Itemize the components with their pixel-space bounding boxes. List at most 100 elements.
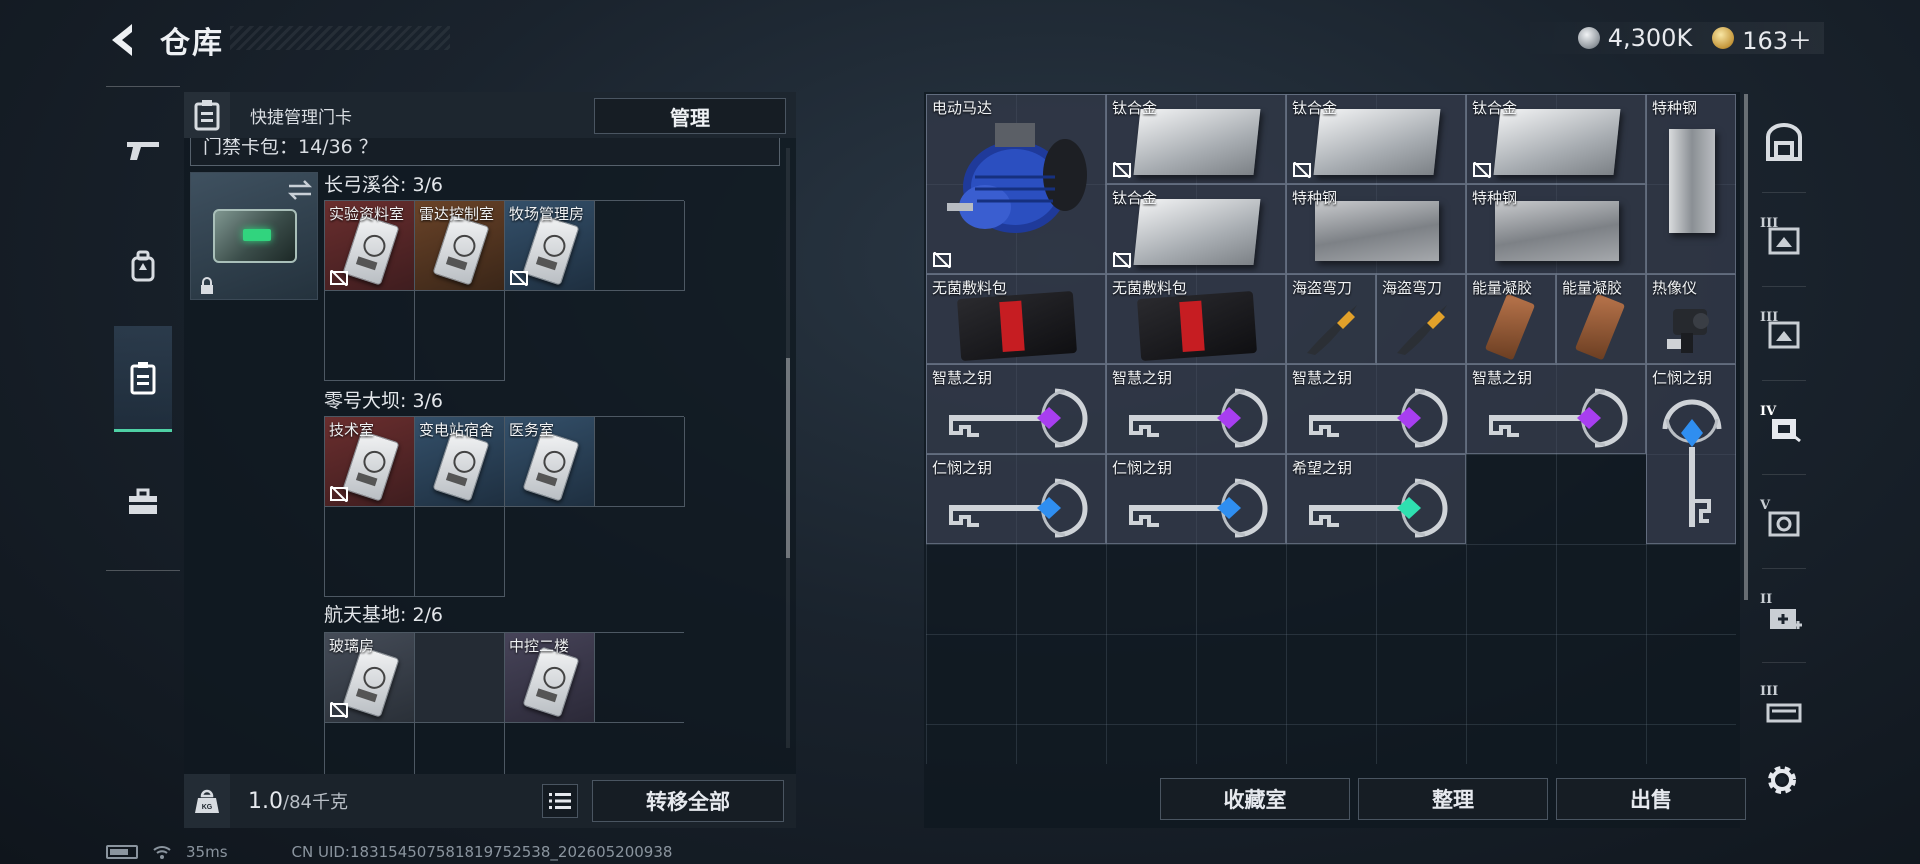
tab-crate-3c[interactable]: III [1756,674,1812,744]
no-trade-icon [330,702,348,718]
nav-toolbox[interactable] [114,470,172,534]
nav-keycards[interactable] [114,326,172,432]
item-mercy-key[interactable]: 仁悯之钥 [1646,364,1736,544]
empty-slot[interactable] [415,633,505,723]
manage-button[interactable]: 管理 [594,98,786,134]
empty-slot[interactable] [595,201,685,291]
item-energy-gel[interactable]: 能量凝胶 [1466,274,1556,364]
item-titanium-alloy[interactable]: 钛合金 [1106,94,1286,184]
item-titanium-alloy[interactable]: 钛合金 [1286,94,1466,184]
tab-crate-5[interactable]: V [1756,488,1812,558]
sell-button[interactable]: 出售 [1556,778,1746,820]
empty-slot[interactable] [325,723,415,774]
ping-value: 35ms [186,843,228,861]
ornate-key-image [1489,388,1628,448]
nav-equipment[interactable] [114,234,172,298]
item-thermal-imager[interactable]: 热像仪 [1646,274,1736,364]
nav-weapons[interactable] [114,118,172,182]
keycard-image [342,646,400,718]
stash-scrollbar[interactable] [1744,94,1748,600]
keycard-slot[interactable]: 技术室 [325,417,415,507]
item-pirate-knife[interactable]: 海盗弯刀 [1286,274,1376,364]
item-wisdom-key[interactable]: 智慧之钥 [926,364,1106,454]
keycard-slot[interactable]: 实验资料室 [325,201,415,291]
toolbox-icon [129,488,157,514]
item-mercy-key[interactable]: 仁悯之钥 [1106,454,1286,544]
no-trade-icon [933,252,951,268]
left-scrollbar[interactable] [786,148,790,748]
tab-crate-3a[interactable]: III [1756,206,1812,276]
keycard-image [522,214,580,286]
gold-coin-icon [1712,27,1735,49]
tab-crate-4[interactable]: IV [1756,394,1812,464]
backpack-icon [131,250,155,282]
keycard-slot[interactable]: 中控二楼 [505,633,595,723]
back-button[interactable] [104,20,144,60]
tab-crate-2[interactable]: II [1756,582,1812,652]
ornate-key-image [1129,388,1268,448]
gel-pack-image [1574,293,1626,361]
card-pack-count: 门禁卡包：14/36 ？ [203,138,378,158]
empty-slot[interactable] [325,291,415,381]
gear-icon [1768,766,1796,794]
item-special-steel[interactable]: 特种钢 [1286,184,1466,274]
no-trade-icon [1113,162,1131,178]
keycard-slot[interactable]: 变电站宿舍 [415,417,505,507]
gold-amount[interactable]: 163＋ [1742,21,1812,56]
zone-title: 航天基地: 2/6 [324,604,444,626]
no-trade-icon [330,486,348,502]
empty-slot[interactable] [415,723,505,774]
tab-crate-3b[interactable]: III [1756,300,1812,370]
list-view-button[interactable] [542,784,578,818]
item-titanium-alloy[interactable]: 钛合金 [1106,184,1286,274]
empty-slot[interactable] [325,507,415,597]
item-mercy-key[interactable]: 仁悯之钥 [926,454,1106,544]
item-pirate-knife[interactable]: 海盗弯刀 [1376,274,1466,364]
keycard-image [432,214,490,286]
item-wisdom-key[interactable]: 智慧之钥 [1466,364,1646,454]
item-energy-gel[interactable]: 能量凝胶 [1556,274,1646,364]
no-trade-icon [330,270,348,286]
empty-slot[interactable] [595,417,685,507]
swap-icon[interactable] [287,179,313,201]
item-wisdom-key[interactable]: 智慧之钥 [1106,364,1286,454]
list-icon [549,793,571,809]
item-wisdom-key[interactable]: 智慧之钥 [1286,364,1466,454]
collection-room-button[interactable]: 收藏室 [1160,778,1350,820]
item-sterile-bandage[interactable]: 无菌敷料包 [926,274,1106,364]
empty-slot[interactable] [415,291,505,381]
ornate-key-vertical-image [1662,399,1722,527]
sort-button[interactable]: 整理 [1358,778,1548,820]
transfer-all-button[interactable]: 转移全部 [592,780,784,822]
item-hope-key[interactable]: 希望之钥 [1286,454,1466,544]
item-sterile-bandage[interactable]: 无菌敷料包 [1106,274,1286,364]
keycard-icon [184,92,230,138]
settings-button[interactable] [1762,760,1802,800]
item-titanium-alloy[interactable]: 钛合金 [1466,94,1646,184]
tab-safe-box[interactable] [1756,108,1812,178]
keycard-slot[interactable]: 医务室 [505,417,595,507]
keycard-image [432,430,490,502]
weight-current: 1.0 [248,789,283,814]
empty-slot[interactable] [595,633,684,723]
bandage-pack-image [956,291,1078,361]
empty-slot[interactable] [415,507,505,597]
keycard-holder-slot[interactable] [190,172,318,300]
keycard-slot[interactable]: 雷达控制室 [415,201,505,291]
ornate-key-image [1309,478,1448,538]
keycard-image [342,214,400,286]
no-trade-icon [1113,252,1131,268]
item-special-steel[interactable]: 特种钢 [1646,94,1736,274]
electric-motor-image [947,123,1087,233]
item-electric-motor[interactable]: 电动马达 [926,94,1106,274]
no-trade-icon [1473,162,1491,178]
zone-keycard-grid: 实验资料室 雷达控制室 牧场管理房 [324,200,685,381]
keycard-slot[interactable]: 玻璃房 [325,633,415,723]
battery-icon [106,845,138,859]
tab-roman-numeral: IV [1760,404,1777,419]
zone-title: 零号大坝: 3/6 [324,390,444,412]
stash-actions: 收藏室 整理 出售 [1160,778,1746,820]
keycard-slot[interactable]: 牧场管理房 [505,201,595,291]
silver-amount: 4,300K [1607,24,1693,52]
item-special-steel[interactable]: 特种钢 [1466,184,1646,274]
